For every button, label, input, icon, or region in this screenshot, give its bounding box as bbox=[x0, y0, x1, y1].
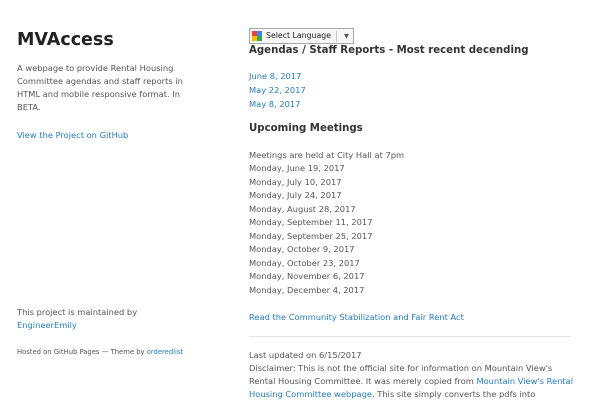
list-item: Monday, July 24, 2017 bbox=[249, 190, 342, 200]
language-select-divider bbox=[336, 30, 338, 42]
agenda-link-june-8[interactable]: June 8, 2017 bbox=[249, 71, 301, 81]
meeting-date-list: Monday, June 19, 2017 Monday, July 10, 2… bbox=[249, 162, 372, 297]
list-item: Monday, September 11, 2017 bbox=[249, 217, 373, 227]
meetings-location-note: Meetings are held at City Hall at 7pm bbox=[249, 150, 405, 160]
list-item: Monday, August 28, 2017 bbox=[249, 203, 356, 214]
maintainer-note: This project is maintained by EngineerEm… bbox=[17, 306, 197, 332]
disclaimer: Disclaimer: This is not the official sit… bbox=[249, 362, 574, 401]
language-select[interactable]: Select Language ▼ bbox=[249, 28, 355, 44]
agendas-heading: Agendas / Staff Reports - Most recent de… bbox=[249, 45, 529, 56]
last-updated: Last updated on 6/15/2017 bbox=[249, 350, 362, 360]
agenda-list: June 8, 2017 May 22, 2017 May 8, 2017 bbox=[249, 69, 306, 111]
community-stabilization-act-link[interactable]: Read the Community Stabilization and Fai… bbox=[249, 311, 464, 323]
site-header: MVAccess A webpage to provide Rental Hou… bbox=[17, 0, 197, 400]
list-item: Monday, September 25, 2017 bbox=[249, 230, 373, 241]
site-description: A webpage to provide Rental Housing Comm… bbox=[17, 63, 183, 112]
github-project-link[interactable]: View the Project on GitHub bbox=[17, 129, 128, 141]
list-item: Monday, October 9, 2017 bbox=[249, 244, 355, 254]
site-title: MVAccess bbox=[17, 30, 114, 50]
list-item: Monday, November 6, 2017 bbox=[249, 271, 365, 281]
upcoming-meetings-heading: Upcoming Meetings bbox=[249, 123, 363, 134]
hosted-prefix: Hosted on GitHub Pages — Theme by bbox=[17, 348, 145, 356]
list-item: Monday, June 19, 2017 bbox=[249, 163, 345, 173]
divider bbox=[249, 336, 571, 337]
disclaimer-text-end: . This site simply converts the pdfs int… bbox=[371, 389, 536, 399]
language-select-label: Select Language bbox=[266, 31, 332, 40]
main-content: Select Language ▼ Agendas / Staff Report… bbox=[249, 0, 579, 400]
list-item: Monday, October 23, 2017 bbox=[249, 257, 360, 268]
list-item: June 8, 2017 bbox=[249, 69, 306, 83]
list-item: May 22, 2017 bbox=[249, 83, 306, 97]
maintainer-prefix: This project is maintained by bbox=[17, 307, 138, 317]
maintainer-link[interactable]: EngineerEmily bbox=[17, 320, 77, 330]
list-item: Monday, December 4, 2017 bbox=[249, 284, 365, 295]
list-item: Monday, July 10, 2017 bbox=[249, 176, 342, 187]
theme-link[interactable]: orderedlist bbox=[147, 348, 183, 356]
chevron-down-icon: ▼ bbox=[344, 32, 350, 40]
list-item: May 8, 2017 bbox=[249, 97, 306, 111]
google-translate-icon bbox=[252, 30, 263, 42]
agenda-link-may-22[interactable]: May 22, 2017 bbox=[249, 85, 306, 95]
hosted-note: Hosted on GitHub Pages — Theme by ordere… bbox=[17, 347, 207, 357]
agenda-link-may-8[interactable]: May 8, 2017 bbox=[249, 99, 300, 109]
